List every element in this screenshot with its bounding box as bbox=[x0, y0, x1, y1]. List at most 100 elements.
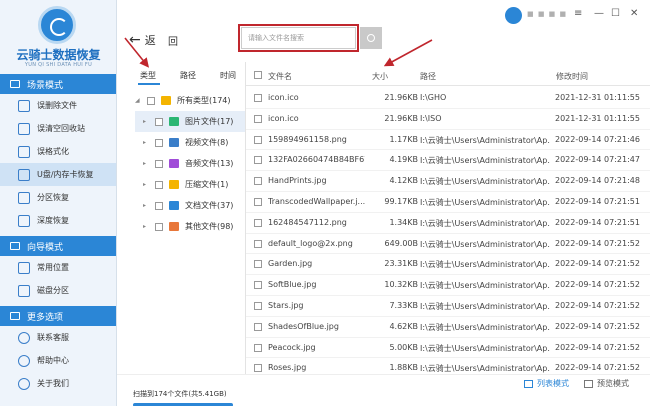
table-row[interactable]: Garden.jpg 23.31KB I:\云骑士\Users\Administra… bbox=[246, 254, 650, 276]
tab-type[interactable]: 类型 bbox=[140, 70, 156, 81]
table-row[interactable]: ShadesOfBlue.jpg 4.62KB I:\云骑士\Users\Admin… bbox=[246, 317, 650, 338]
row-checkbox[interactable] bbox=[254, 301, 262, 310]
file-date: 2022-09-14 07:21:52 bbox=[555, 280, 640, 290]
sidebar: 云骑士数据恢复 YUN QI SHI DATA HUI FU 场景模式 误删除文… bbox=[0, 0, 117, 406]
sidebar-item-format[interactable]: 误格式化 bbox=[0, 140, 116, 163]
category-label: 所有类型(174) bbox=[177, 96, 231, 105]
maximize-icon[interactable]: ☐ bbox=[611, 8, 620, 19]
category-videos[interactable]: ▸ 视频文件(8) bbox=[135, 132, 245, 153]
category-archives[interactable]: ▸ 压缩文件(1) bbox=[135, 174, 245, 195]
row-checkbox[interactable] bbox=[254, 94, 262, 102]
list-mode-button[interactable]: 列表模式 bbox=[524, 378, 569, 389]
sidebar-item-disk-partition[interactable]: 磁盘分区 bbox=[0, 279, 116, 302]
category-checkbox[interactable] bbox=[155, 201, 163, 210]
table-row[interactable]: Peacock.jpg 5.00KB I:\云骑士\Users\Administra… bbox=[246, 338, 650, 359]
table-row[interactable]: icon.ico 21.96KB I:\ISO 2021-12-31 01:11:55 bbox=[246, 109, 650, 130]
minimize-icon[interactable]: — bbox=[594, 8, 604, 19]
sidebar-item-usb-card[interactable]: U盘/内存卡恢复 bbox=[0, 163, 116, 186]
category-other[interactable]: ▸ 其他文件(98) bbox=[135, 216, 245, 237]
table-header: 文件名 大小 路径 修改时间 bbox=[246, 64, 650, 86]
category-checkbox[interactable] bbox=[155, 138, 163, 147]
column-header-path[interactable]: 路径 bbox=[420, 71, 436, 82]
row-checkbox[interactable] bbox=[254, 156, 262, 165]
file-name: Garden.jpg bbox=[268, 259, 313, 269]
row-checkbox[interactable] bbox=[254, 135, 262, 144]
tab-time[interactable]: 时间 bbox=[220, 70, 236, 81]
file-name: ShadesOfBlue.jpg bbox=[268, 321, 339, 331]
file-name: default_logo@2x.png bbox=[268, 238, 353, 248]
category-checkbox[interactable] bbox=[155, 180, 163, 189]
file-path: I:\云骑士\Users\Administrator\Ap... bbox=[420, 322, 550, 332]
menu-icon[interactable]: ≡ bbox=[574, 8, 582, 19]
sidebar-item-help-center[interactable]: 帮助中心 bbox=[0, 349, 116, 372]
section-wizard-mode[interactable]: 向导模式 bbox=[0, 236, 116, 256]
row-checkbox[interactable] bbox=[254, 177, 262, 186]
file-path: I:\云骑士\Users\Administrator\Ap... bbox=[420, 218, 550, 228]
table-row[interactable]: HandPrints.jpg 4.12KB I:\云骑士\Users\Adminis… bbox=[246, 171, 650, 192]
section-scene-mode[interactable]: 场景模式 bbox=[0, 74, 116, 94]
file-name: 159894961158.png bbox=[268, 134, 347, 144]
table-row[interactable]: 132FA02660474B84BF67... 4.19KBI:\云骑士\User… bbox=[246, 150, 650, 172]
row-checkbox[interactable] bbox=[254, 197, 262, 206]
table-row[interactable]: 159894961158.png 1.17KB I:\云骑士\Users\Admin… bbox=[246, 130, 650, 151]
file-date: 2022-09-14 07:21:52 bbox=[555, 363, 640, 373]
section-more-options[interactable]: 更多选项 bbox=[0, 306, 116, 326]
file-date: 2022-09-14 07:21:47 bbox=[555, 155, 640, 165]
sidebar-item-contact-support[interactable]: 联系客服 bbox=[0, 326, 116, 349]
chevron-right-icon[interactable]: ▸ bbox=[143, 202, 151, 209]
row-checkbox[interactable] bbox=[254, 260, 262, 269]
category-checkbox[interactable] bbox=[155, 222, 163, 231]
sidebar-item-about-us[interactable]: 关于我们 bbox=[0, 372, 116, 395]
back-button[interactable]: ← 返 bbox=[129, 32, 156, 48]
select-all-checkbox[interactable] bbox=[254, 71, 262, 79]
column-header-date[interactable]: 修改时间 bbox=[556, 71, 588, 82]
table-row[interactable]: icon.ico 21.96KB I:\GHO 2021-12-31 01:11:55 bbox=[246, 88, 650, 109]
sidebar-item-common-locations[interactable]: 常用位置 bbox=[0, 256, 116, 279]
chevron-right-icon[interactable]: ▸ bbox=[143, 223, 151, 230]
row-checkbox[interactable] bbox=[254, 343, 262, 352]
category-documents[interactable]: ▸ 文档文件(37) bbox=[135, 195, 245, 216]
category-images[interactable]: ▸ 图片文件(17) bbox=[135, 111, 245, 132]
disk-icon bbox=[18, 284, 30, 297]
table-row[interactable]: TranscodedWallpaper.j... 99.17KB I:\云骑士\Us… bbox=[246, 192, 650, 213]
row-checkbox[interactable] bbox=[254, 364, 262, 373]
return-button[interactable]: 回 bbox=[168, 33, 178, 48]
column-header-size[interactable]: 大小 bbox=[372, 71, 388, 82]
chevron-right-icon[interactable]: ▸ bbox=[143, 181, 151, 188]
row-checkbox[interactable] bbox=[254, 218, 262, 227]
sidebar-item-deleted-files[interactable]: 误删除文件 bbox=[0, 94, 116, 117]
table-row[interactable]: 162484547112.png 1.34KB I:\云骑士\Users\Admin… bbox=[246, 213, 650, 234]
row-checkbox[interactable] bbox=[254, 322, 262, 331]
sidebar-item-recycle-bin[interactable]: 误清空回收站 bbox=[0, 117, 116, 140]
chevron-down-icon[interactable]: ◢ bbox=[135, 97, 143, 104]
sidebar-item-partition-recovery[interactable]: 分区恢复 bbox=[0, 186, 116, 209]
row-checkbox[interactable] bbox=[254, 114, 262, 123]
table-row[interactable]: Stars.jpg 7.33KB I:\云骑士\Users\Administrato… bbox=[246, 296, 650, 317]
file-date: 2022-09-14 07:21:52 bbox=[555, 342, 640, 352]
preview-mode-button[interactable]: 预览模式 bbox=[584, 378, 629, 389]
category-checkbox[interactable] bbox=[155, 117, 163, 126]
category-checkbox[interactable] bbox=[147, 96, 155, 105]
row-checkbox[interactable] bbox=[254, 281, 262, 290]
category-audio[interactable]: ▸ 音频文件(13) bbox=[135, 153, 245, 174]
folder-icon bbox=[161, 96, 171, 105]
category-all[interactable]: ◢ 所有类型(174) bbox=[135, 90, 245, 111]
category-list: ◢ 所有类型(174) ▸ 图片文件(17) ▸ 视频文件(8) ▸ 音频文件(13) … bbox=[135, 90, 245, 237]
chevron-right-icon[interactable]: ▸ bbox=[143, 139, 151, 146]
category-checkbox[interactable] bbox=[155, 159, 163, 168]
table-row[interactable]: default_logo@2x.png 649.00B I:\云骑士\Users\A… bbox=[246, 234, 650, 255]
table-row[interactable]: SoftBlue.jpg 10.32KB I:\云骑士\Users\Administ… bbox=[246, 275, 650, 296]
close-icon[interactable]: ✕ bbox=[630, 8, 638, 19]
tab-path[interactable]: 路径 bbox=[180, 70, 196, 81]
file-path: I:\云骑士\Users\Administrator\Ap... bbox=[420, 301, 550, 311]
category-label: 文档文件(37) bbox=[185, 201, 234, 210]
search-button[interactable] bbox=[360, 27, 382, 49]
chevron-right-icon[interactable]: ▸ bbox=[143, 160, 151, 167]
chevron-right-icon[interactable]: ▸ bbox=[143, 118, 151, 125]
column-header-name[interactable]: 文件名 bbox=[268, 71, 292, 82]
file-size: 10.32KB bbox=[384, 280, 418, 290]
row-checkbox[interactable] bbox=[254, 239, 262, 248]
sidebar-item-deep-recovery[interactable]: 深度恢复 bbox=[0, 209, 116, 232]
avatar[interactable] bbox=[505, 7, 522, 24]
file-name: 132FA02660474B84BF67... bbox=[268, 155, 365, 165]
